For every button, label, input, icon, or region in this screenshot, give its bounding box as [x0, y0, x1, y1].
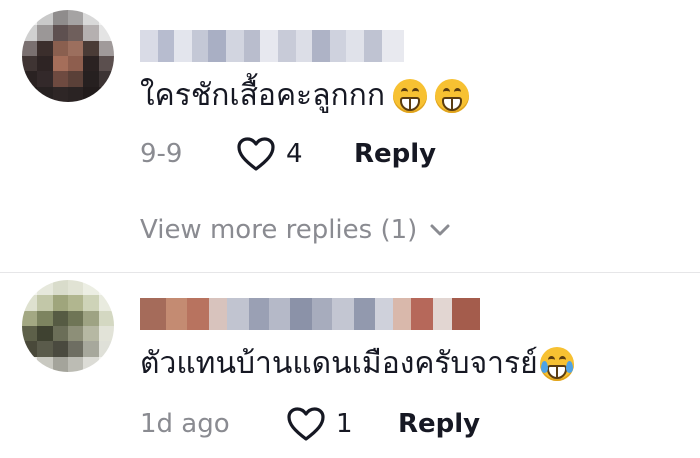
like-button[interactable]: 4 [236, 136, 354, 172]
view-more-label: View more replies (1) [140, 215, 418, 245]
reply-button[interactable]: Reply [354, 139, 436, 169]
comment-text: ใครชักเสื้อคะลูกกก [140, 76, 469, 116]
comment-meta: 1d ago 1 Reply [140, 404, 480, 444]
view-more-replies-button[interactable]: View more replies (1) [140, 212, 451, 248]
reply-button[interactable]: Reply [398, 409, 480, 439]
comment-date: 9-9 [140, 139, 183, 169]
comment-date: 1d ago [140, 409, 230, 439]
heart-icon [237, 137, 275, 171]
like-count: 4 [286, 139, 303, 169]
comment-body: ใครชักเสื้อคะลูกกก [140, 78, 385, 113]
chevron-down-icon [430, 224, 450, 236]
like-count: 1 [336, 409, 353, 439]
heart-icon [287, 407, 325, 441]
username[interactable] [140, 298, 481, 330]
comment-text: ตัวแทนบ้านแดนเมืองครับจารย์ [140, 344, 574, 384]
tears-of-joy-icon [539, 347, 574, 381]
avatar[interactable] [22, 10, 114, 102]
grinning-face-icon [393, 79, 427, 113]
like-button[interactable]: 1 [286, 406, 398, 442]
divider [0, 272, 700, 273]
comment-meta: 9-9 4 Reply [140, 134, 436, 174]
username[interactable] [140, 30, 406, 62]
grinning-face-icon [435, 79, 469, 113]
avatar[interactable] [22, 280, 114, 372]
comment-body: ตัวแทนบ้านแดนเมืองครับจารย์ [140, 346, 538, 381]
